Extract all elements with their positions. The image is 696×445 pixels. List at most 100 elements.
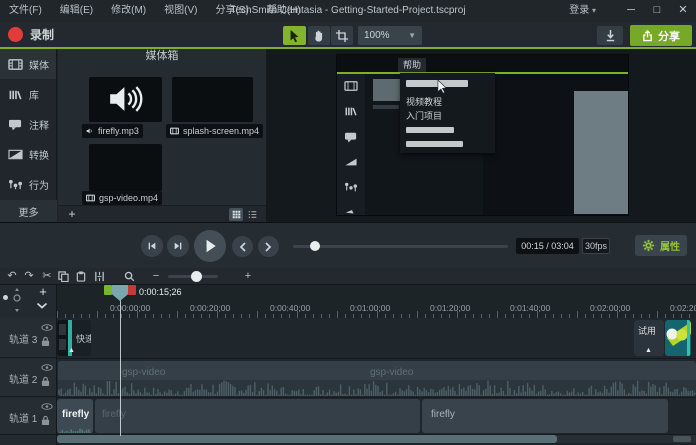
list-view-button[interactable] bbox=[245, 208, 259, 221]
sidebar-item-annotations[interactable]: 注释 bbox=[0, 109, 56, 139]
redacted-menu-item bbox=[406, 127, 454, 133]
properties-button[interactable]: 属性 bbox=[635, 235, 687, 256]
media-thumbnail-splash[interactable] bbox=[172, 77, 253, 122]
paste-icon[interactable] bbox=[76, 271, 90, 284]
step-back-button[interactable] bbox=[141, 235, 163, 257]
close-button[interactable]: ✕ bbox=[670, 0, 696, 20]
play-button[interactable] bbox=[194, 230, 226, 262]
minimize-button[interactable]: ─ bbox=[618, 0, 644, 20]
lock-icon[interactable] bbox=[41, 415, 50, 426]
clip-track3-graphic[interactable] bbox=[665, 320, 691, 356]
pan-tool-button[interactable] bbox=[308, 26, 330, 45]
next-clip-button[interactable] bbox=[258, 236, 279, 257]
menu-file[interactable]: 文件(F) bbox=[0, 0, 51, 22]
sidebar-item-transitions[interactable]: 转换 bbox=[0, 139, 56, 169]
media-thumbnail-firefly[interactable] bbox=[89, 77, 162, 122]
chevron-down-icon[interactable] bbox=[36, 302, 48, 309]
media-item-splash[interactable]: splash-screen.mp4 bbox=[166, 124, 263, 138]
menu-modify[interactable]: 修改(M) bbox=[102, 0, 155, 22]
track-3-row bbox=[57, 318, 696, 359]
redo-icon[interactable]: ↷ bbox=[22, 270, 36, 283]
menu-share[interactable]: 分享(S) bbox=[206, 0, 257, 22]
preview-help-menu-button: 帮助 bbox=[398, 58, 426, 72]
media-item-firefly[interactable]: firefly.mp3 bbox=[82, 124, 143, 138]
film-icon bbox=[8, 58, 23, 71]
clip-track1-firefly-c[interactable]: firefly bbox=[422, 399, 668, 433]
ruler-label: 0:01:20;00 bbox=[430, 303, 470, 313]
track-name: 轨道 1 bbox=[9, 410, 37, 425]
sidebar-more-button[interactable]: 更多 bbox=[0, 200, 57, 222]
share-up-icon bbox=[642, 29, 653, 42]
hand-icon bbox=[313, 29, 325, 42]
playhead-line[interactable] bbox=[120, 300, 121, 436]
behaviors-icon bbox=[344, 181, 358, 193]
seek-slider[interactable] bbox=[293, 245, 508, 248]
menu-view[interactable]: 视图(V) bbox=[155, 0, 206, 22]
clip-label: gsp-video bbox=[370, 367, 413, 378]
vertical-zoom-icon[interactable] bbox=[12, 287, 22, 313]
media-thumbnail-gsp[interactable] bbox=[89, 144, 162, 191]
maximize-button[interactable]: □ bbox=[644, 0, 670, 20]
export-download-button[interactable] bbox=[597, 26, 623, 45]
share-button[interactable]: 分享 bbox=[630, 25, 692, 46]
playback-bar: 00:15 / 03:04 30fps 属性 bbox=[0, 222, 696, 268]
grid-view-button[interactable] bbox=[229, 208, 243, 221]
clip-track1-firefly-a[interactable]: firefly bbox=[57, 399, 93, 433]
ruler-label: 0:01:00;00 bbox=[350, 303, 390, 313]
cursor-icon bbox=[344, 205, 358, 215]
playhead-in-handle[interactable] bbox=[104, 285, 112, 295]
eye-icon[interactable] bbox=[41, 403, 53, 410]
scrollbar-piece[interactable] bbox=[673, 436, 691, 442]
record-toolbar: 录制 100%▼ 分享 bbox=[0, 22, 696, 49]
media-item-gsp[interactable]: gsp-video.mp4 bbox=[82, 191, 162, 205]
eye-icon[interactable] bbox=[41, 364, 53, 371]
canvas-zoom-select[interactable]: 100%▼ bbox=[358, 26, 422, 45]
eye-icon[interactable] bbox=[41, 324, 53, 331]
previous-clip-button[interactable] bbox=[232, 236, 253, 257]
cursor-arrow-icon bbox=[289, 29, 300, 43]
menu-help[interactable]: 帮助(H) bbox=[258, 0, 310, 22]
clip-track1-firefly-b[interactable]: firefly bbox=[95, 399, 420, 433]
crop-icon bbox=[336, 30, 348, 42]
selection-tool-button[interactable] bbox=[283, 26, 306, 45]
menu-edit[interactable]: 编辑(E) bbox=[51, 0, 102, 22]
callout-icon bbox=[344, 131, 358, 143]
ruler-label: 0:00:40;00 bbox=[270, 303, 310, 313]
step-forward-button[interactable] bbox=[167, 235, 189, 257]
fps-display: 30fps bbox=[582, 238, 610, 254]
timeline-zoom-dot[interactable] bbox=[3, 295, 8, 300]
clip-track2-gsp-video[interactable]: gsp-video gsp-video bbox=[58, 361, 696, 396]
media-bin-title: 媒体箱 bbox=[58, 49, 266, 64]
zoom-out-button[interactable]: − bbox=[149, 270, 163, 283]
ruler-label: 0:00:20;00 bbox=[190, 303, 230, 313]
download-icon bbox=[605, 29, 616, 42]
marker-triangle-icon[interactable]: ▲ bbox=[645, 347, 652, 354]
transition-icon bbox=[8, 148, 23, 161]
preview-gray-panel bbox=[574, 91, 628, 214]
list-view-icon bbox=[248, 210, 257, 219]
undo-icon[interactable]: ↶ bbox=[5, 270, 19, 283]
sidebar-item-behaviors[interactable]: 行为 bbox=[0, 169, 56, 199]
crop-tool-button[interactable] bbox=[331, 26, 353, 45]
split-icon[interactable] bbox=[94, 271, 108, 284]
cut-icon[interactable]: ✂ bbox=[40, 270, 54, 283]
zoom-in-button[interactable]: + bbox=[241, 270, 255, 283]
signin-button[interactable]: 登录 ▾ bbox=[569, 0, 596, 22]
copy-icon[interactable] bbox=[58, 271, 72, 284]
record-button[interactable]: 录制 bbox=[8, 26, 54, 43]
ruler-label: 0:02:00;00 bbox=[590, 303, 630, 313]
add-media-button[interactable]: + bbox=[64, 208, 80, 221]
add-track-button[interactable]: + bbox=[33, 285, 53, 299]
playhead-out-handle[interactable] bbox=[128, 285, 136, 295]
clip-teal-bar bbox=[687, 320, 690, 356]
sidebar-item-library[interactable]: 库 bbox=[0, 79, 56, 109]
lock-icon[interactable] bbox=[41, 336, 50, 347]
scrollbar-thumb[interactable] bbox=[57, 435, 557, 443]
chevron-right-icon bbox=[265, 242, 272, 252]
seek-slider-thumb[interactable] bbox=[310, 241, 320, 251]
timeline-zoom-thumb[interactable] bbox=[191, 271, 202, 282]
lock-icon[interactable] bbox=[41, 376, 50, 387]
sidebar-item-media[interactable]: 媒体 bbox=[0, 49, 56, 79]
marker-triangle-icon[interactable]: ▲ bbox=[68, 347, 75, 354]
previous-frame-icon bbox=[147, 241, 157, 251]
